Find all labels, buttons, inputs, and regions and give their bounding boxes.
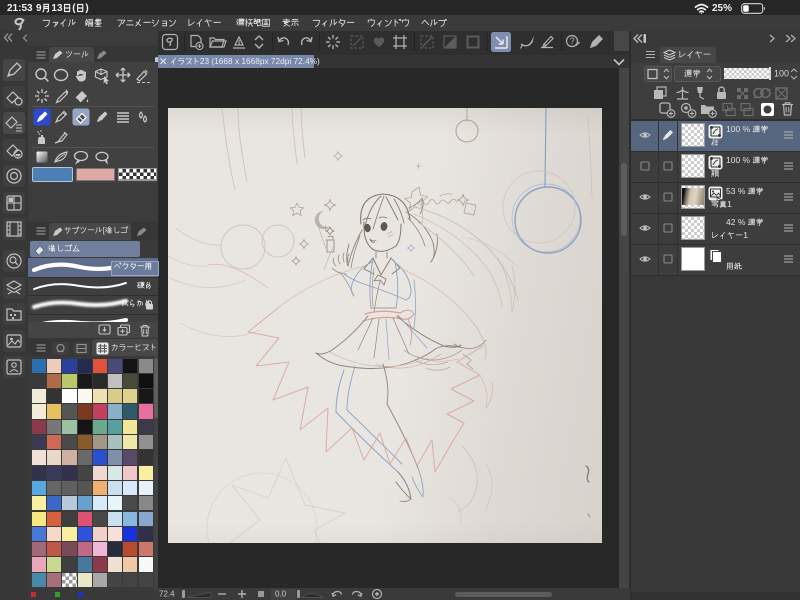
svg-text:25%: 25% <box>712 3 732 14</box>
svg-text:13: 13 <box>51 3 63 14</box>
svg-text:(: ( <box>72 3 76 14</box>
svg-text:53 %: 53 % <box>726 186 746 196</box>
svg-text:1: 1 <box>743 230 748 240</box>
svg-text:23 (1668 x 1668px 72dpi 72.4%): 23 (1668 x 1668px 72dpi 72.4%) <box>200 55 320 65</box>
svg-text:72.4: 72.4 <box>159 589 175 598</box>
svg-text:42 %: 42 % <box>726 217 746 227</box>
svg-text:0.0: 0.0 <box>275 589 287 598</box>
svg-text:?: ? <box>570 36 575 46</box>
svg-text:[: [ <box>103 225 106 235</box>
svg-text:100 %: 100 % <box>726 124 751 134</box>
svg-text:1: 1 <box>727 199 732 209</box>
svg-text:100 %: 100 % <box>726 155 751 165</box>
svg-text:): ) <box>85 3 88 14</box>
svg-text:100: 100 <box>774 68 789 78</box>
svg-text:21:53: 21:53 <box>7 3 33 14</box>
svg-text:9: 9 <box>36 3 42 14</box>
